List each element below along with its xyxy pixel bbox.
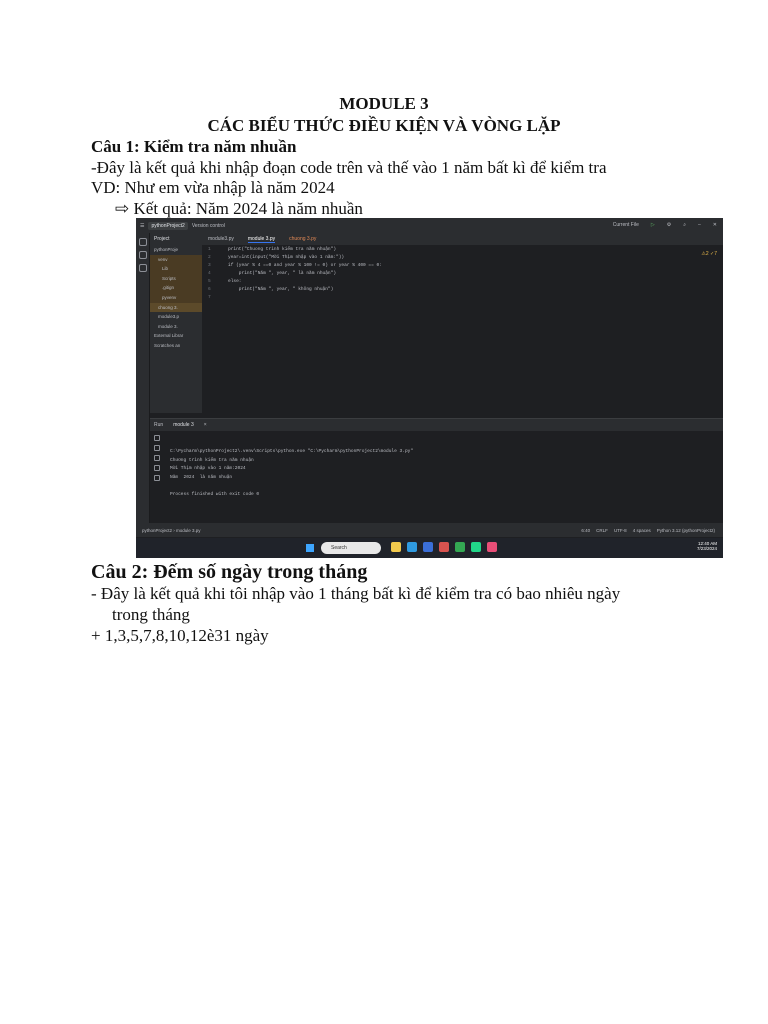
structure-tool-icon[interactable] bbox=[139, 251, 147, 259]
q2-line2: trong tháng bbox=[112, 605, 190, 624]
print-icon[interactable] bbox=[154, 465, 160, 471]
editor-tabs: module3.py module 3.py chuong 3.py bbox=[202, 233, 723, 245]
tree-item[interactable]: pythonProje bbox=[150, 245, 202, 255]
output-line: Chương trình kiểm tra năm nhuận bbox=[170, 457, 254, 463]
tree-item[interactable]: Lib bbox=[150, 264, 202, 274]
debug-icon[interactable]: ⚙ bbox=[667, 222, 671, 228]
tree-item[interactable]: Scripts bbox=[150, 273, 202, 284]
q1-result: ⇨ Kết quả: Năm 2024 là năm nhuần bbox=[115, 199, 363, 218]
trash-icon[interactable] bbox=[154, 475, 160, 481]
document-title: MODULE 3 bbox=[339, 94, 429, 113]
tree-item[interactable]: module 3. bbox=[150, 322, 202, 332]
store-icon[interactable] bbox=[423, 542, 433, 552]
windows-start-icon[interactable] bbox=[306, 544, 314, 552]
status-interpreter[interactable]: Python 3.12 (pythonProject2) bbox=[657, 528, 715, 533]
run-icon[interactable]: ▷ bbox=[651, 222, 655, 228]
q1-line1: -Đây là kết quả khi nhập đoạn code trên … bbox=[91, 158, 607, 177]
tree-item[interactable]: .gitign bbox=[150, 283, 202, 293]
status-indent[interactable]: 4 spaces bbox=[633, 528, 651, 533]
tree-item[interactable]: module3.p bbox=[150, 312, 202, 322]
close-icon[interactable]: ✕ bbox=[713, 222, 717, 228]
output-line: Năm 2024 là năm nhuận bbox=[170, 474, 233, 480]
tree-item[interactable]: venv bbox=[150, 254, 202, 265]
document-subtitle: CÁC BIỂU THỨC ĐIỀU KIỆN VÀ VÒNG LẶP bbox=[207, 116, 561, 135]
q2-heading: Câu 2: Đếm số ngày trong tháng bbox=[91, 561, 368, 583]
tree-item[interactable]: Scratches an bbox=[150, 341, 202, 351]
status-bar: pythonProject2 › module 3.py 6:40 CRLF U… bbox=[136, 523, 723, 537]
taskbar-search[interactable]: Search bbox=[321, 542, 381, 554]
file-explorer-icon[interactable] bbox=[391, 542, 401, 552]
project-tool-icon[interactable] bbox=[139, 238, 147, 246]
run-label: Run bbox=[154, 422, 164, 428]
status-encoding[interactable]: UTF-8 bbox=[614, 528, 627, 533]
mail-icon[interactable] bbox=[439, 542, 449, 552]
close-run-tab-icon[interactable]: × bbox=[204, 422, 207, 428]
search-icon[interactable]: ⌕ bbox=[683, 222, 686, 228]
system-tray[interactable]: 12:40 AM 7/23/2024 bbox=[697, 541, 717, 551]
tree-item[interactable]: pyvenv bbox=[150, 292, 202, 303]
status-line-ending[interactable]: CRLF bbox=[596, 528, 608, 533]
pycharm-icon[interactable] bbox=[471, 542, 481, 552]
output-line: Process finished with exit code 0 bbox=[170, 491, 260, 497]
scroll-icon[interactable] bbox=[154, 455, 160, 461]
run-header: Run module 3 × bbox=[150, 419, 723, 431]
output-line: Mời Thịm nhập vào 1 năm:2024 bbox=[170, 466, 246, 471]
tab-chuong-3[interactable]: chuong 3.py bbox=[289, 236, 316, 242]
q1-heading: Câu 1: Kiểm tra năm nhuần bbox=[91, 137, 297, 156]
project-panel-title: Project bbox=[154, 236, 170, 242]
output-line: C:\Pycharm\pythonProject2\.venv\Scripts\… bbox=[170, 449, 414, 454]
tray-date: 7/23/2024 bbox=[696, 546, 717, 551]
status-position[interactable]: 6:40 bbox=[581, 528, 590, 533]
code-editor[interactable]: module3.py module 3.py chuong 3.py ⚠2 ✓7… bbox=[202, 233, 723, 418]
left-toolstrip bbox=[136, 233, 150, 523]
stop-icon[interactable] bbox=[154, 445, 160, 451]
run-panel: Run module 3 × C:\Pycharm\pythonProject2… bbox=[150, 418, 723, 523]
inspection-widget[interactable]: ⚠2 ✓7 bbox=[701, 251, 717, 257]
taskbar-apps bbox=[391, 542, 497, 552]
chrome-icon[interactable] bbox=[455, 542, 465, 552]
rerun-icon[interactable] bbox=[154, 435, 160, 441]
minimize-icon[interactable]: – bbox=[698, 222, 701, 228]
tab-module3[interactable]: module3.py bbox=[208, 236, 234, 242]
tree-item[interactable]: External Librar bbox=[150, 331, 202, 341]
q2-line1: - Đây là kết quả khi tôi nhập vào 1 thán… bbox=[91, 584, 621, 603]
tab-module-3[interactable]: module 3.py bbox=[247, 236, 276, 243]
ide-topbar: ☰ pythonProject2 Version control Current… bbox=[136, 218, 723, 233]
ide-screenshot: ☰ pythonProject2 Version control Current… bbox=[136, 218, 723, 558]
q1-line2: VD: Như em vừa nhập là năm 2024 bbox=[91, 178, 335, 197]
project-switcher[interactable]: pythonProject2 bbox=[148, 221, 188, 230]
more-tools-icon[interactable] bbox=[139, 264, 147, 272]
run-config-select[interactable]: Current File bbox=[613, 222, 639, 228]
tree-item[interactable]: chuong 3. bbox=[150, 302, 202, 313]
run-output: C:\Pycharm\pythonProject2\.venv\Scripts\… bbox=[170, 449, 413, 500]
q2-line3: + 1,3,5,7,8,10,12è31 ngày bbox=[91, 626, 269, 645]
edge-icon[interactable] bbox=[407, 542, 417, 552]
menu-icon[interactable]: ☰ bbox=[140, 223, 144, 229]
app-icon[interactable] bbox=[487, 542, 497, 552]
windows-taskbar: Search 12:40 AM 7/23/2024 bbox=[136, 538, 723, 558]
vcs-menu[interactable]: Version control bbox=[192, 223, 225, 229]
run-tab-module-3[interactable]: module 3 bbox=[173, 422, 194, 428]
run-toolbar bbox=[150, 431, 164, 521]
project-panel: Project pythonProje venv Lib Scripts .gi… bbox=[150, 233, 202, 413]
status-breadcrumb[interactable]: pythonProject2 › module 3.py bbox=[142, 528, 201, 533]
